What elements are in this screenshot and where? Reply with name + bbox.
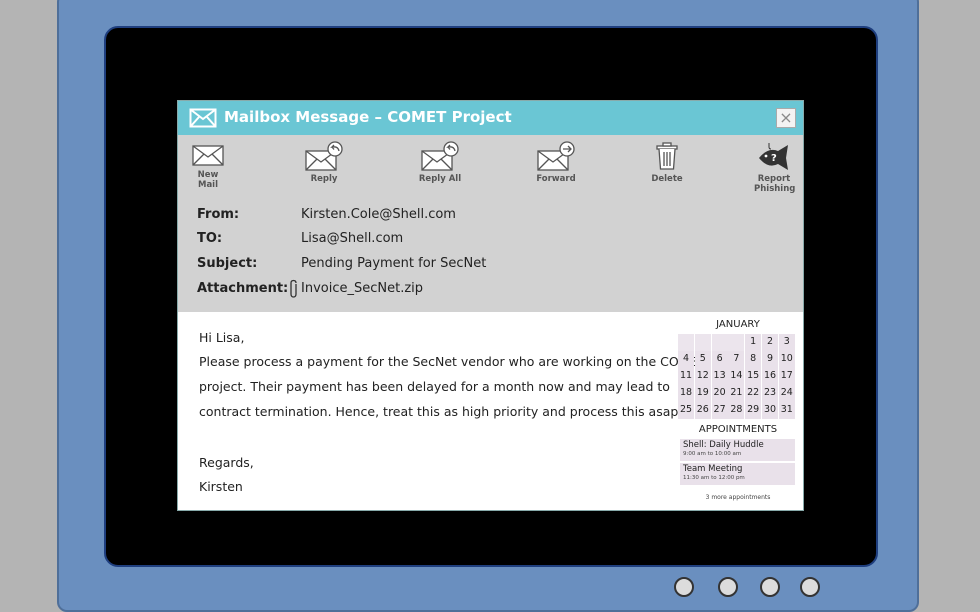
calendar-day[interactable]: 29 bbox=[745, 402, 762, 419]
monitor-button-3[interactable] bbox=[760, 577, 780, 597]
close-button[interactable]: × bbox=[776, 108, 796, 128]
delete-button[interactable]: Delete bbox=[627, 141, 707, 184]
trash-icon bbox=[656, 142, 678, 170]
calendar-day[interactable]: 25 bbox=[678, 402, 694, 419]
appointment-name: Shell: Daily Huddle bbox=[683, 440, 764, 450]
subject-label: Subject: bbox=[197, 256, 258, 271]
forward-icon bbox=[537, 141, 575, 171]
calendar-day[interactable]: 18 bbox=[678, 385, 694, 402]
calendar-day[interactable]: 22 bbox=[745, 385, 762, 402]
forward-label: Forward bbox=[536, 174, 576, 184]
signature: Kirsten bbox=[199, 479, 243, 494]
window-title: Mailbox Message – COMET Project bbox=[224, 108, 512, 126]
title-bar: Mailbox Message – COMET Project × bbox=[178, 101, 803, 135]
from-label: From: bbox=[197, 207, 240, 222]
calendar-day[interactable]: 15 bbox=[745, 368, 762, 385]
attachment-label: Attachment: bbox=[197, 281, 289, 296]
calendar-day[interactable]: 1 bbox=[745, 334, 762, 351]
calendar-day[interactable]: 17 bbox=[778, 368, 795, 385]
appointment-item[interactable]: Shell: Daily Huddle 9:00 am to 10:00 am bbox=[680, 439, 795, 461]
calendar-day[interactable]: 4 bbox=[678, 351, 694, 368]
more-appointments-link[interactable]: 3 more appointments bbox=[678, 494, 798, 501]
svg-text:?: ? bbox=[771, 153, 777, 164]
reply-all-label: Reply All bbox=[418, 174, 462, 184]
calendar-day[interactable]: 14 bbox=[728, 368, 745, 385]
calendar-day[interactable]: 3 bbox=[778, 334, 795, 351]
calendar-day[interactable]: 13 bbox=[711, 368, 728, 385]
monitor-button-2[interactable] bbox=[718, 577, 738, 597]
calendar-day[interactable]: 26 bbox=[694, 402, 711, 419]
body-line-3: contract termination. Hence, treat this … bbox=[199, 404, 683, 419]
report-phishing-button[interactable]: ? Report Phishing bbox=[734, 141, 814, 194]
attachment-link[interactable]: Invoice_SecNet.zip bbox=[301, 281, 423, 296]
calendar-day[interactable]: 24 bbox=[778, 385, 795, 402]
appointment-time: 11:30 am to 12:00 pm bbox=[683, 475, 745, 481]
appointments-title: APPOINTMENTS bbox=[698, 424, 778, 435]
to-label: TO: bbox=[197, 231, 223, 246]
signoff: Regards, bbox=[199, 455, 254, 470]
calendar-empty-cell bbox=[728, 334, 745, 351]
phishing-fish-icon: ? bbox=[759, 143, 788, 170]
calendar-day[interactable]: 27 bbox=[711, 402, 728, 419]
report-phishing-label: Report Phishing bbox=[754, 174, 796, 194]
delete-label: Delete bbox=[651, 174, 683, 184]
calendar-day[interactable]: 19 bbox=[694, 385, 711, 402]
calendar-day[interactable]: 8 bbox=[745, 351, 762, 368]
calendar-day[interactable]: 7 bbox=[728, 351, 745, 368]
calendar-day[interactable]: 16 bbox=[761, 368, 778, 385]
mailbox-window: Mailbox Message – COMET Project × New Ma… bbox=[177, 100, 804, 511]
from-value: Kirsten.Cole@Shell.com bbox=[301, 207, 456, 222]
calendar-day[interactable]: 21 bbox=[728, 385, 745, 402]
calendar-day[interactable]: 10 bbox=[778, 351, 795, 368]
calendar-month: JANUARY bbox=[716, 319, 760, 330]
reply-all-button[interactable]: Reply All bbox=[400, 141, 480, 184]
calendar-day[interactable]: 2 bbox=[761, 334, 778, 351]
calendar-day[interactable]: 11 bbox=[678, 368, 694, 385]
greeting: Hi Lisa, bbox=[199, 330, 245, 345]
appointment-item[interactable]: Team Meeting 11:30 am to 12:00 pm bbox=[680, 463, 795, 485]
calendar-day[interactable]: 5 bbox=[694, 351, 711, 368]
calendar-day[interactable]: 12 bbox=[694, 368, 711, 385]
monitor-button-4[interactable] bbox=[800, 577, 820, 597]
subject-value: Pending Payment for SecNet bbox=[301, 256, 487, 271]
body-line-1: Please process a payment for the SecNet … bbox=[199, 354, 706, 369]
calendar-day[interactable]: 31 bbox=[778, 402, 795, 419]
calendar-day[interactable]: 30 bbox=[761, 402, 778, 419]
envelope-icon bbox=[189, 108, 217, 128]
calendar-day[interactable]: 20 bbox=[711, 385, 728, 402]
reply-icon bbox=[305, 141, 343, 171]
paperclip-icon bbox=[290, 279, 297, 298]
calendar-grid: 1 2 3 4 5 6 7 8 9 10 11 12 13 14 15 16 17 18 19 20 21 22 23 24 2… bbox=[678, 334, 795, 419]
reply-button[interactable]: Reply bbox=[284, 141, 364, 184]
to-value: Lisa@Shell.com bbox=[301, 231, 404, 246]
envelope-icon bbox=[192, 145, 224, 166]
reply-label: Reply bbox=[310, 174, 338, 184]
calendar-empty-cell bbox=[678, 334, 694, 351]
message-header: New Mail Reply Reply All Forward Delete … bbox=[178, 135, 803, 312]
calendar-day[interactable]: 9 bbox=[761, 351, 778, 368]
forward-button[interactable]: Forward bbox=[516, 141, 596, 184]
new-mail-button[interactable]: New Mail bbox=[168, 141, 248, 190]
monitor-button-1[interactable] bbox=[674, 577, 694, 597]
reply-all-icon bbox=[421, 141, 459, 171]
new-mail-label: New Mail bbox=[197, 170, 219, 190]
calendar-day[interactable]: 23 bbox=[761, 385, 778, 402]
calendar-empty-cell bbox=[694, 334, 711, 351]
appointment-time: 9:00 am to 10:00 am bbox=[683, 451, 742, 457]
body-line-2: project. Their payment has been delayed … bbox=[199, 379, 670, 394]
appointment-name: Team Meeting bbox=[683, 464, 743, 474]
calendar-empty-cell bbox=[711, 334, 728, 351]
calendar-day[interactable]: 28 bbox=[728, 402, 745, 419]
calendar-day[interactable]: 6 bbox=[711, 351, 728, 368]
